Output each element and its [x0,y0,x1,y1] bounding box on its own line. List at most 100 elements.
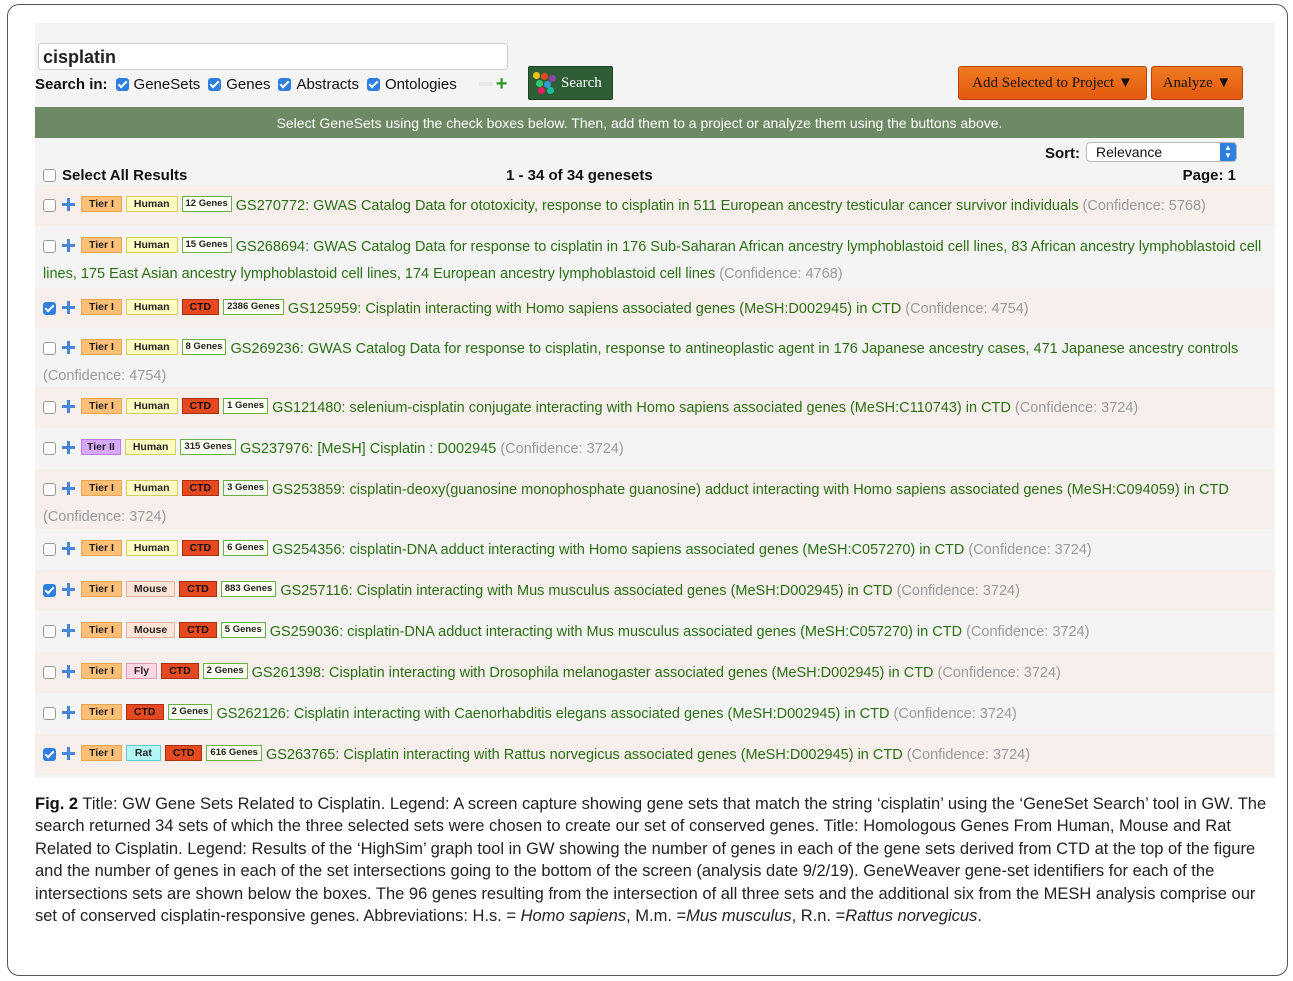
expand-plus-icon[interactable] [62,664,75,678]
confidence: (Confidence: 3724) [500,441,624,457]
genes-checkbox[interactable] [208,77,222,91]
add-search-field[interactable]: + [478,74,508,94]
search-button[interactable]: Search [528,66,613,100]
select-all-checkbox[interactable] [43,169,56,182]
species-badge: Human [125,237,178,254]
confidence: (Confidence: 3724) [968,542,1092,558]
tier-badge: Tier I [81,339,122,356]
row-checkbox[interactable] [43,747,56,761]
search-in-options: Search in: GeneSets Genes Abstracts Onto… [35,73,507,95]
species-badge: Mouse [125,622,176,639]
expand-plus-icon[interactable] [62,623,75,637]
row-checkbox[interactable] [43,665,56,679]
expand-plus-icon[interactable] [62,340,75,354]
instructions-banner: Select GeneSets using the check boxes be… [35,107,1244,138]
result-row: Tier II Human 315 Genes GS237976: [MeSH] Ci… [35,428,1275,469]
geneset-title-link[interactable]: GS269236: GWAS Catalog Data for response… [230,341,1238,357]
tier-badge: Tier I [81,237,122,254]
gene-count-badge: 12 Genes [181,196,232,213]
geneset-title-link[interactable]: GS237976: [MeSH] Cisplatin : D002945 [240,441,496,457]
geneset-title-link[interactable]: GS263765: Cisplatin interacting with Rat… [266,747,903,763]
geneset-title-link[interactable]: GS253859: cisplatin-deoxy(guanosine mono… [272,482,1229,498]
analyze-button[interactable]: Analyze ▼ [1151,66,1243,100]
confidence: (Confidence: 4754) [905,301,1029,317]
gene-count-badge: 6 Genes [223,540,269,557]
expand-plus-icon[interactable] [62,399,75,413]
row-checkbox[interactable] [43,441,56,455]
plus-icon[interactable]: + [496,74,508,94]
option-genes[interactable]: Genes [208,76,270,93]
tier-badge: Tier II [81,439,121,456]
caption-mm: Mus musculus [686,907,792,926]
caption-mid2: , R.n. = [791,907,846,926]
expand-plus-icon[interactable] [62,582,75,596]
result-row: Tier I Mouse CTD 5 Genes GS259036: cisplatin… [35,611,1275,652]
confidence: (Confidence: 3724) [893,706,1017,722]
add-to-project-button[interactable]: Add Selected to Project ▼ [958,66,1147,100]
expand-plus-icon[interactable] [62,746,75,760]
result-row: Tier I Human CTD 3 Genes GS253859: cisplatin… [35,469,1275,529]
geneset-title-link[interactable]: GS262126: Cisplatin interacting with Cae… [216,706,889,722]
option-abstracts[interactable]: Abstracts [278,76,359,93]
caption-end: . [977,907,982,926]
expand-plus-icon[interactable] [62,238,75,252]
result-row: Tier I Human CTD 1 Genes GS121480: selenium-… [35,387,1275,428]
geneset-title-link[interactable]: GS121480: selenium-cisplatin conjugate i… [272,400,1011,416]
expand-plus-icon[interactable] [62,197,75,211]
row-checkbox[interactable] [43,400,56,414]
confidence: (Confidence: 4768) [719,266,843,282]
expand-plus-icon[interactable] [62,705,75,719]
geneset-title-link[interactable]: GS259036: cisplatin-DNA adduct interacti… [270,624,962,640]
caption-rn: Rattus norvegicus [845,907,978,926]
results-list: Tier I Human 12 Genes GS270772: GWAS Catalo… [35,185,1275,775]
genesets-checkbox[interactable] [115,77,129,91]
expand-plus-icon[interactable] [62,481,75,495]
option-ontologies[interactable]: Ontologies [366,76,457,93]
row-checkbox[interactable] [43,542,56,556]
minus-icon[interactable] [478,82,493,86]
species-badge: Human [125,540,178,557]
ctd-badge: CTD [164,745,203,762]
select-all[interactable]: Select All Results [43,167,187,184]
row-checkbox[interactable] [43,624,56,638]
geneset-title-link[interactable]: GS125959: Cisplatin interacting with Hom… [288,301,901,317]
row-checkbox[interactable] [43,482,56,496]
tier-badge: Tier I [81,622,122,639]
row-checkbox[interactable] [43,301,56,315]
caption-body: Title: GW Gene Sets Related to Cisplatin… [35,795,1267,926]
sort-select[interactable]: Relevance ▲ ▼ [1086,142,1237,162]
species-badge: Mouse [125,581,176,598]
gene-count-badge: 616 Genes [206,745,262,762]
species-badge: Human [125,398,178,415]
row-checkbox[interactable] [43,239,56,253]
search-input[interactable]: cisplatin [38,43,508,70]
geneset-title-link[interactable]: GS254356: cisplatin-DNA adduct interacti… [272,542,964,558]
tier-badge: Tier I [81,398,122,415]
geneset-title-link[interactable]: GS261398: Cisplatin interacting with Dro… [252,665,934,681]
option-genesets[interactable]: GeneSets [115,76,200,93]
geneset-title-link[interactable]: GS257116: Cisplatin interacting with Mus… [280,583,892,599]
tier-badge: Tier I [81,540,122,557]
confidence: (Confidence: 3724) [906,747,1031,763]
search-logo-icon [533,72,557,94]
row-checkbox[interactable] [43,341,56,355]
row-checkbox[interactable] [43,706,56,720]
expand-plus-icon[interactable] [62,541,75,555]
ctd-badge: CTD [181,398,220,415]
row-checkbox[interactable] [43,198,56,212]
expand-plus-icon[interactable] [62,300,75,314]
tier-badge: Tier I [81,704,122,721]
expand-plus-icon[interactable] [62,440,75,454]
geneset-title-link[interactable]: GS270772: GWAS Catalog Data for ototoxic… [236,198,1079,214]
results-header: Select All Results 1 - 34 of 34 genesets… [43,167,1244,184]
result-row: Tier I Human CTD 6 Genes GS254356: cisplatin… [35,529,1275,570]
abstracts-checkbox[interactable] [278,77,292,91]
row-checkbox[interactable] [43,583,56,597]
gene-count-badge: 883 Genes [220,581,277,598]
confidence: (Confidence: 3724) [966,624,1090,640]
tier-badge: Tier I [81,581,122,598]
sort-label: Sort: [1045,145,1080,162]
gene-count-badge: 2 Genes [167,704,213,721]
ontologies-checkbox[interactable] [366,77,380,91]
species-badge: Human [125,480,178,497]
